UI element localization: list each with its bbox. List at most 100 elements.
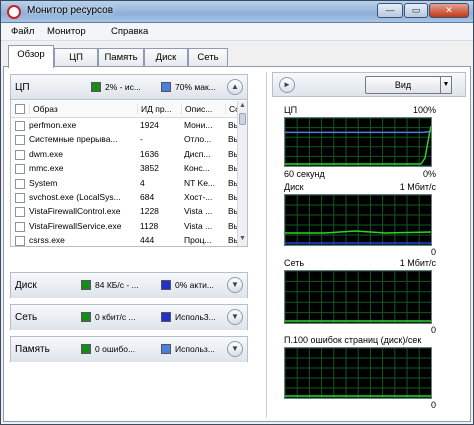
network-graph-plot: [285, 271, 431, 323]
view-dropdown-arrow-icon[interactable]: ▼: [440, 76, 452, 94]
graph-panel: ► Вид ▼ ЦП 100% 60 секунд 0% Диск 1 Мбит…: [272, 72, 466, 417]
disk-graph-max: 1 Мбит/с: [399, 182, 436, 192]
expand-chevron-down-icon[interactable]: ▼: [227, 341, 243, 357]
memory-graph-plot: [285, 348, 431, 398]
table-row[interactable]: csrss.exe 444 Проц... Вы: [11, 234, 239, 248]
disk-graph-title: Диск: [284, 182, 304, 192]
network-section[interactable]: Сеть 0 кбит/с ... Исполь3... ▼: [10, 304, 248, 330]
view-button[interactable]: Вид: [365, 76, 441, 94]
table-row[interactable]: mmc.exe 3852 Конс... Вы: [11, 162, 239, 176]
memory-graph-min: 0: [430, 400, 436, 410]
network-section-title: Сеть: [15, 312, 38, 323]
maximize-button[interactable]: ▭: [404, 3, 428, 18]
tab-cpu[interactable]: ЦП: [54, 48, 98, 67]
process-pid: 1924: [140, 120, 159, 130]
row-checkbox[interactable]: [15, 135, 25, 146]
tab-network[interactable]: Сеть: [188, 48, 228, 67]
process-pid: 1128: [140, 220, 159, 231]
expand-chevron-down-icon[interactable]: ▼: [227, 277, 243, 293]
minimize-button[interactable]: —: [377, 3, 403, 18]
disk-section[interactable]: Диск 84 КБ/с - ... 0% акти... ▼: [10, 272, 248, 298]
menu-help[interactable]: Справка: [111, 26, 148, 37]
window-title: Монитор ресурсов: [27, 5, 114, 16]
cpu-usage-legend-swatch: [91, 82, 101, 92]
scroll-up-icon[interactable]: ▲: [238, 102, 247, 112]
disk-section-header[interactable]: Диск 84 КБ/с - ... 0% акти... ▼: [11, 273, 247, 298]
disk-graph-min: 0: [430, 247, 436, 257]
memory-section-header[interactable]: Память 0 ошибо... Использ... ▼: [11, 337, 247, 362]
memory-graph: [284, 347, 432, 399]
row-checkbox[interactable]: [15, 121, 25, 131]
table-row[interactable]: VistaFirewallService.exe 1128 Vista ... Вы: [11, 220, 239, 234]
network-usage-text: Исполь3...: [175, 312, 216, 322]
menu-file[interactable]: Файл: [11, 26, 34, 37]
process-description: Vista ...: [184, 220, 213, 231]
cpu-section-header[interactable]: ЦП 2% - ис... 70% мак... ▲: [11, 75, 247, 100]
memory-graph-title: П.100 ошибок страниц (диск)/сек: [284, 335, 422, 345]
expand-chevron-down-icon[interactable]: ▼: [227, 309, 243, 325]
cpu-graph-plot: [285, 118, 431, 166]
scroll-down-icon[interactable]: ▼: [238, 235, 247, 245]
tab-overview[interactable]: Обзор: [8, 45, 54, 68]
network-section-header[interactable]: Сеть 0 кбит/с ... Исполь3... ▼: [11, 305, 247, 330]
row-checkbox[interactable]: [15, 207, 25, 218]
row-checkbox[interactable]: [15, 221, 25, 232]
memory-faults-legend-swatch: [81, 344, 91, 354]
process-image: Системные прерыва...: [29, 134, 118, 145]
table-row[interactable]: VistaFirewallControl.exe 1228 Vista ... Вы: [11, 205, 239, 219]
process-image: svchost.exe (LocalSys...: [29, 192, 121, 202]
network-io-text: 0 кбит/с ...: [95, 312, 136, 322]
cpu-table-scrollbar[interactable]: ▲ ▼: [237, 101, 247, 246]
col-description[interactable]: Опис...: [181, 104, 225, 114]
row-checkbox[interactable]: [15, 149, 25, 160]
process-pid: 1228: [140, 206, 159, 217]
process-pid: 684: [140, 192, 155, 202]
network-io-legend-swatch: [81, 312, 91, 322]
cpu-graph-max: 100%: [412, 105, 436, 115]
col-pid[interactable]: ИД пр...: [137, 104, 181, 114]
row-checkbox[interactable]: [15, 178, 25, 189]
title-bar[interactable]: Монитор ресурсов — ▭ ✕: [1, 1, 473, 23]
disk-io-text: 84 КБ/с - ...: [95, 280, 139, 290]
disk-active-text: 0% акти...: [175, 280, 214, 290]
col-image[interactable]: Образ: [29, 104, 137, 114]
disk-graph: [284, 194, 432, 246]
panel-divider[interactable]: [266, 72, 267, 417]
process-pid: 1636: [140, 148, 159, 159]
table-row[interactable]: dwm.exe 1636 Дисп... Вы: [11, 148, 239, 162]
network-graph-max: 1 Мбит/с: [399, 258, 436, 268]
chevron-right-icon[interactable]: ►: [279, 77, 295, 93]
process-image: dwm.exe: [29, 148, 64, 159]
memory-section[interactable]: Память 0 ошибо... Использ... ▼: [10, 336, 248, 362]
row-checkbox[interactable]: [15, 164, 25, 175]
table-row[interactable]: Системные прерыва... - Отло... Вы: [11, 133, 239, 147]
app-icon: [7, 5, 21, 19]
process-description: Дисп...: [184, 148, 211, 159]
row-checkbox[interactable]: [15, 193, 25, 203]
process-image: mmc.exe: [29, 163, 64, 174]
process-description: Конс...: [184, 163, 210, 174]
cpu-max-freq-legend-swatch: [161, 82, 171, 92]
memory-section-title: Память: [15, 344, 50, 355]
process-description: NT Ke...: [184, 177, 216, 188]
cpu-graph-min: 0%: [422, 169, 436, 179]
cpu-table-header: Образ ИД пр... Опис... Со: [11, 101, 239, 118]
cpu-graph-time: 60 секунд: [284, 169, 325, 179]
table-row[interactable]: svchost.exe (LocalSys... 684 Хост-... Вы: [11, 191, 239, 205]
process-pid: -: [140, 134, 143, 145]
close-button[interactable]: ✕: [429, 3, 469, 18]
select-all-checkbox[interactable]: [15, 104, 25, 114]
disk-graph-plot: [285, 195, 431, 245]
table-row[interactable]: System 4 NT Ke... Вы: [11, 177, 239, 191]
tab-memory[interactable]: Память: [98, 48, 144, 67]
disk-io-legend-swatch: [81, 280, 91, 290]
collapse-chevron-up-icon[interactable]: ▲: [227, 79, 243, 95]
table-row[interactable]: perfmon.exe 1924 Мони... Вы: [11, 119, 239, 133]
tab-disk[interactable]: Диск: [144, 48, 188, 67]
row-checkbox[interactable]: [15, 236, 25, 247]
scroll-thumb[interactable]: [239, 113, 246, 125]
menu-monitor[interactable]: Монитор: [47, 26, 86, 37]
cpu-graph: [284, 117, 432, 167]
process-pid: 4: [140, 177, 145, 188]
process-image: perfmon.exe: [29, 120, 77, 130]
